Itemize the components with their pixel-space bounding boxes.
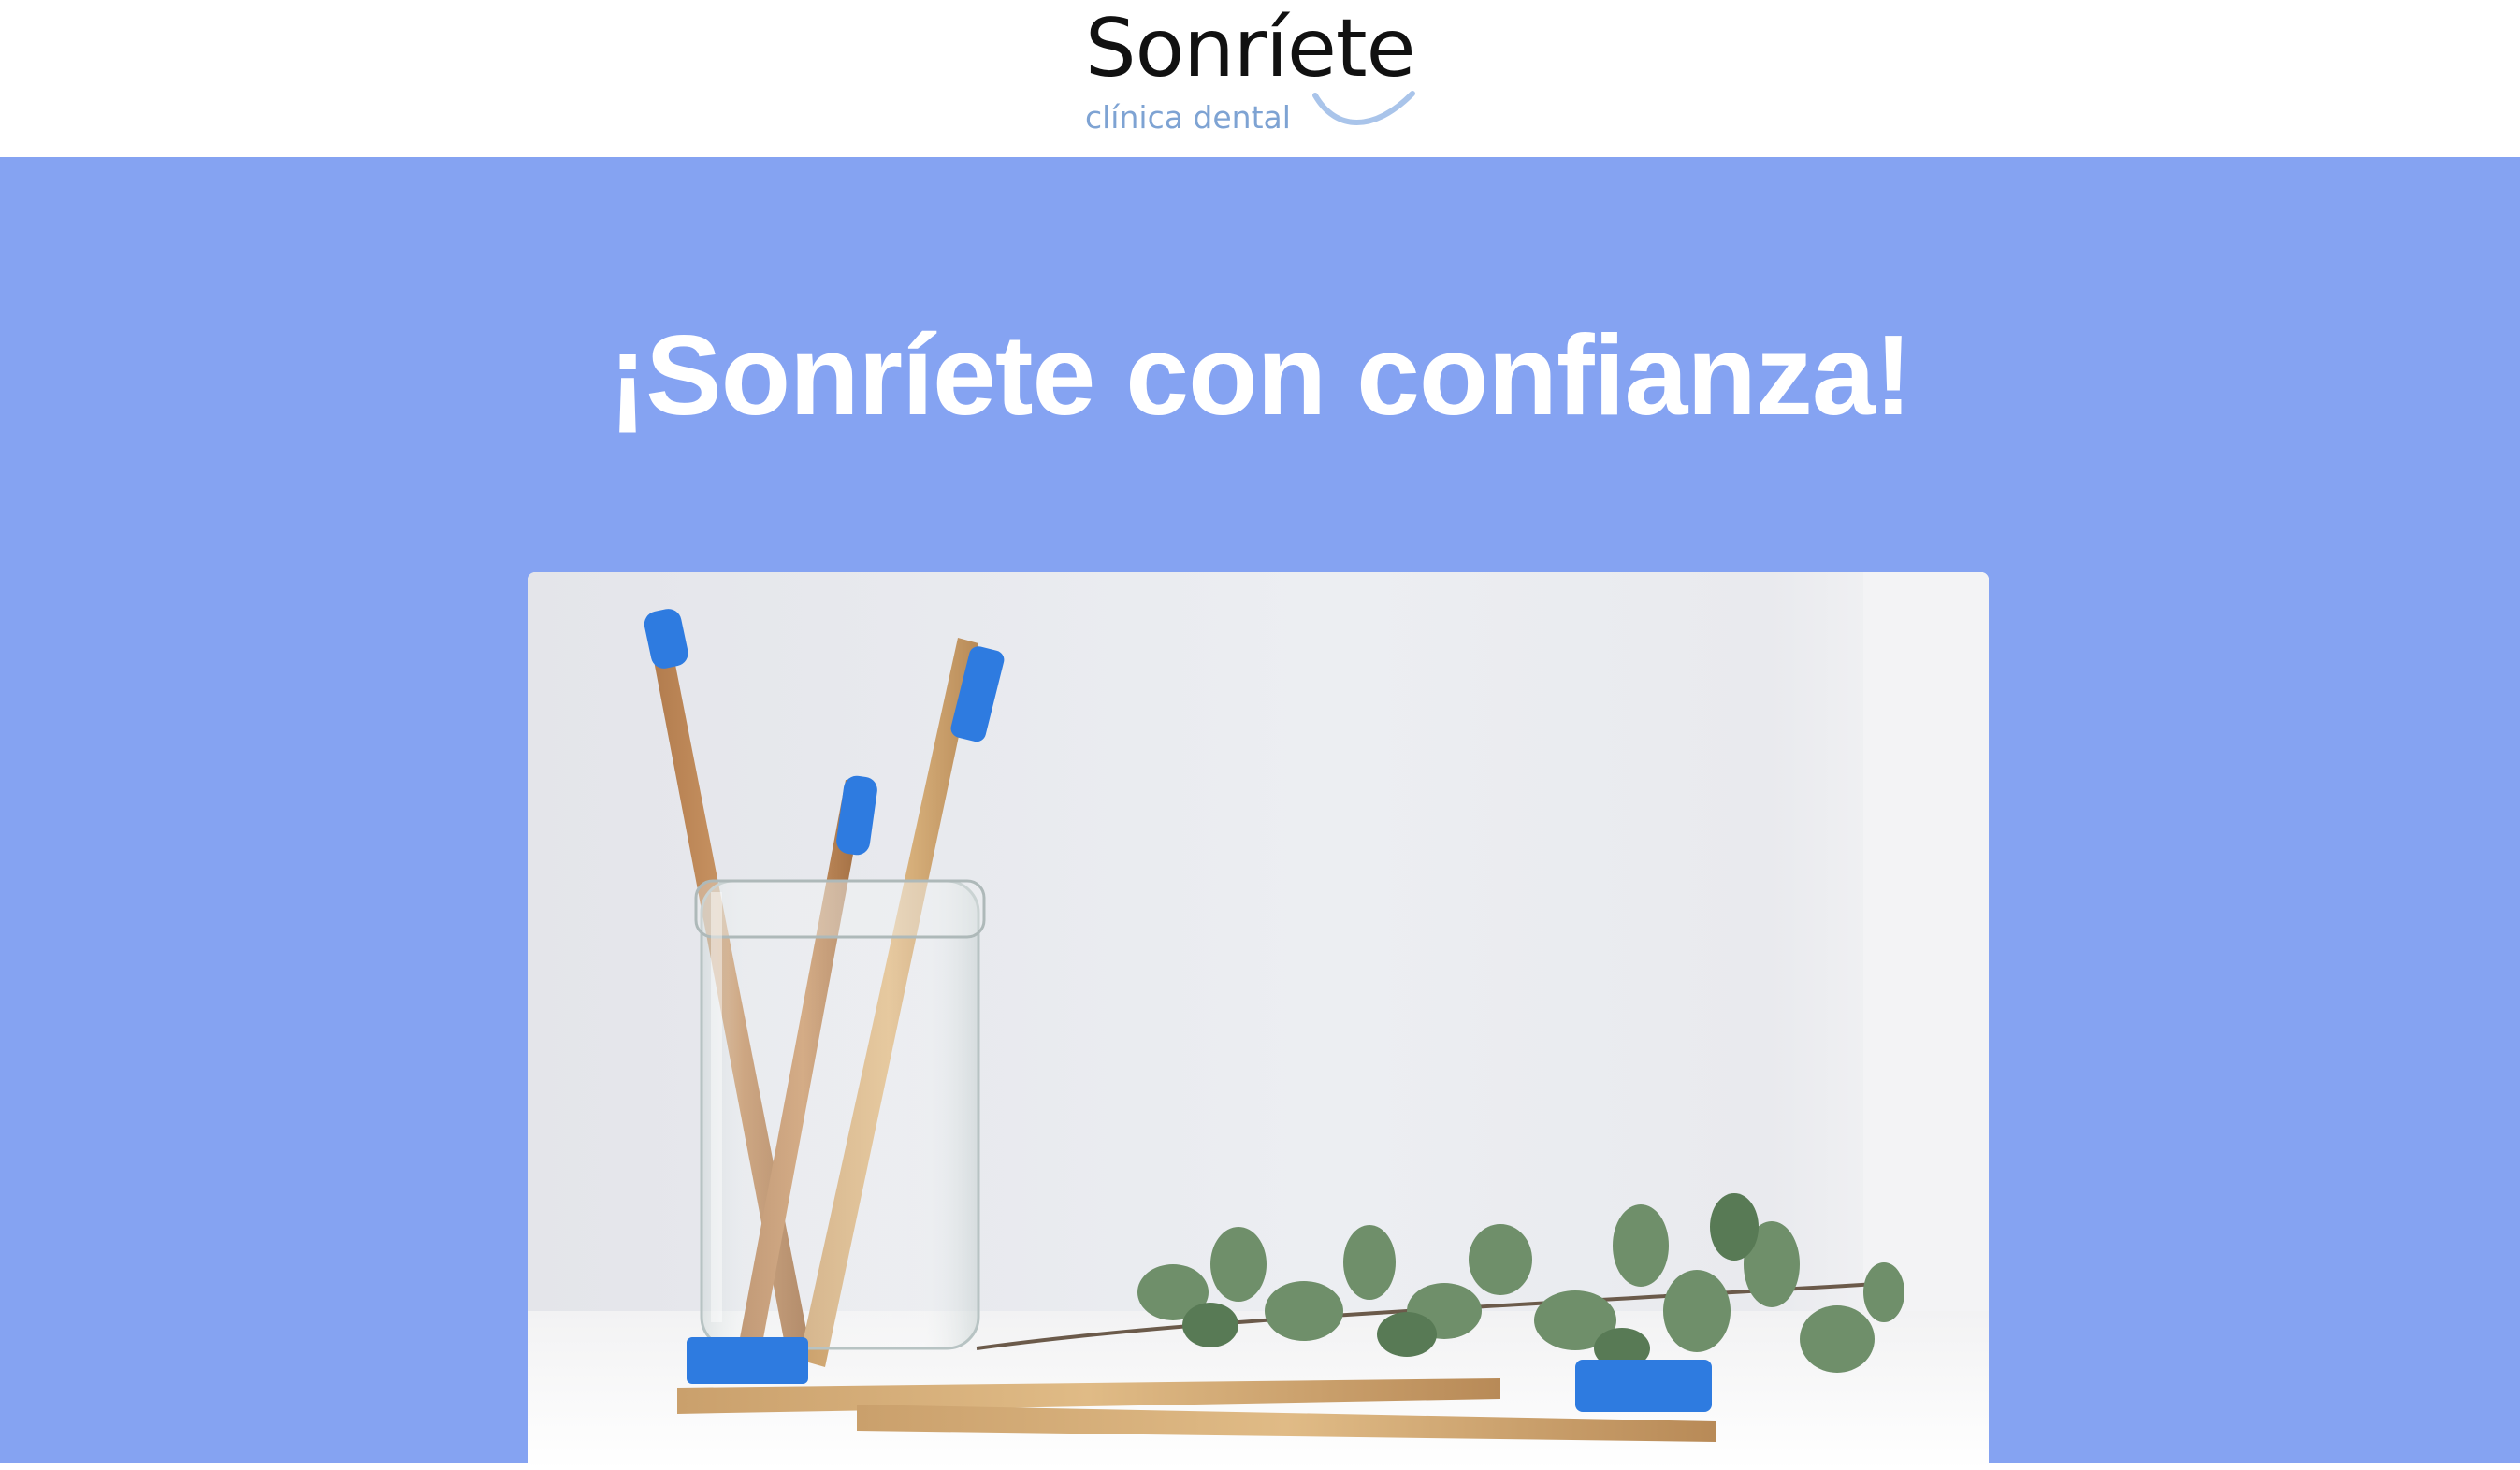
site-header: Sonríete clínica dental [0,0,2520,157]
smile-icon [1312,91,1415,125]
hero-section: ¡Sonríete con confianza! [0,157,2520,1470]
toothbrush-photo [528,572,1989,1470]
logo-title: Sonríete [1085,2,1416,95]
hero-title: ¡Sonríete con confianza! [608,311,1913,439]
logo-subtitle: clínica dental [1085,99,1291,136]
hero-image [528,572,1989,1470]
clinic-logo[interactable]: Sonríete clínica dental [1083,2,1439,151]
